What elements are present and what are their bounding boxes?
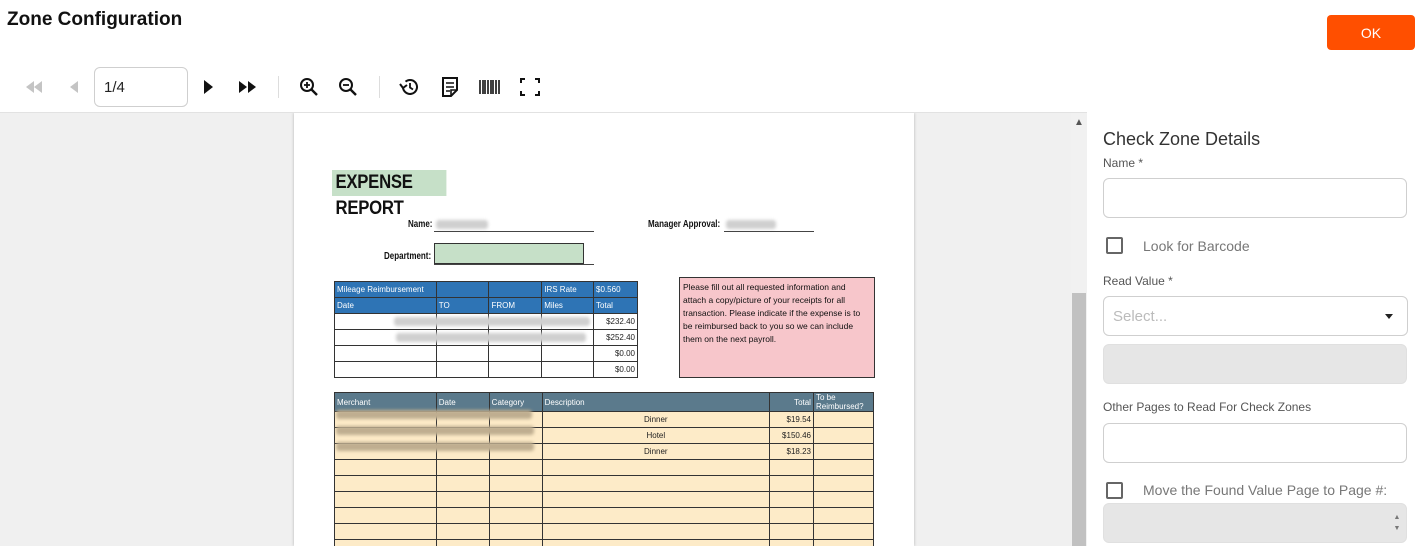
- table-cell: $252.40: [593, 329, 638, 346]
- table-cell: $0.00: [593, 361, 638, 378]
- manager-approval-label: Manager Approval:: [648, 219, 721, 230]
- read-value-label: Read Value *: [1103, 274, 1173, 288]
- barcode-icon[interactable]: [475, 72, 505, 102]
- look-for-barcode-label: Look for Barcode: [1143, 238, 1250, 254]
- name-input[interactable]: [1103, 178, 1407, 218]
- table-header: Merchant: [334, 392, 437, 412]
- table-cell: Hotel: [541, 427, 771, 444]
- table-cell: Mileage Reimbursement: [334, 281, 437, 298]
- table-row: [334, 539, 875, 546]
- redacted-expense-row: [336, 426, 534, 435]
- move-found-value-label: Move the Found Value Page to Page #:: [1143, 482, 1388, 498]
- name-underline: [434, 231, 594, 232]
- redacted-expense-row: [336, 410, 532, 419]
- table-row: [334, 507, 875, 524]
- table-header: Date: [334, 297, 437, 314]
- table-row: $0.00: [334, 361, 638, 378]
- last-page-icon[interactable]: [233, 72, 263, 102]
- table-cell: Dinner: [541, 411, 771, 428]
- document-viewer[interactable]: EXPENSE REPORT Name: Manager Approval: D…: [0, 113, 1071, 546]
- table-row: Mileage Reimbursement IRS Rate $0.560: [334, 281, 638, 298]
- table-header: Description: [541, 392, 771, 412]
- scrollbar-thumb[interactable]: [1072, 293, 1086, 546]
- department-field-zone[interactable]: [434, 243, 584, 264]
- manager-underline: [724, 231, 814, 232]
- ok-button[interactable]: OK: [1327, 15, 1415, 50]
- read-value-select[interactable]: Select...: [1103, 296, 1408, 336]
- scroll-up-arrow-icon[interactable]: ▲: [1071, 115, 1087, 129]
- table-row: $0.00: [334, 345, 638, 362]
- other-pages-label: Other Pages to Read For Check Zones: [1103, 400, 1312, 414]
- table-row: [334, 475, 875, 492]
- name-label: Name:: [408, 219, 433, 230]
- redacted-name: [436, 220, 488, 229]
- table-cell: [435, 281, 490, 298]
- table-row: [334, 523, 875, 540]
- move-to-page-number-input: ▲ ▼: [1103, 503, 1407, 543]
- other-pages-input[interactable]: [1103, 423, 1407, 463]
- chevron-down-icon: [1385, 314, 1393, 319]
- redacted-expense-row: [336, 442, 534, 451]
- department-underline: [434, 264, 594, 265]
- read-value-placeholder: Select...: [1113, 308, 1168, 325]
- table-header: Total: [593, 297, 638, 314]
- mileage-table: Mileage Reimbursement IRS Rate $0.560 Da…: [334, 281, 638, 378]
- check-zone-panel: Check Zone Details Name * Look for Barco…: [1087, 113, 1422, 546]
- table-cell: $19.54: [769, 411, 814, 428]
- page-number-input[interactable]: [94, 67, 188, 107]
- table-header: Miles: [541, 297, 595, 314]
- zoom-in-icon[interactable]: [294, 72, 324, 102]
- table-row: Date TO FROM Miles Total: [334, 297, 638, 314]
- page-title: Zone Configuration: [7, 9, 183, 30]
- read-value-detail-field: [1103, 344, 1407, 384]
- table-row: [334, 459, 875, 476]
- document-page: EXPENSE REPORT Name: Manager Approval: D…: [294, 113, 914, 546]
- redacted-mileage-row: [394, 317, 590, 326]
- toolbar-separator: [379, 76, 380, 98]
- table-cell: Dinner: [541, 443, 771, 460]
- table-header: TO: [435, 297, 490, 314]
- table-header: Date: [435, 392, 490, 412]
- panel-title: Check Zone Details: [1103, 129, 1261, 149]
- table-cell: $0.560: [593, 281, 638, 298]
- next-page-icon[interactable]: [193, 72, 223, 102]
- stepper-arrows-icon: ▲ ▼: [1393, 514, 1401, 532]
- table-cell: $232.40: [593, 313, 638, 330]
- table-header: To be Reimbursed?: [812, 392, 875, 412]
- table-cell: [488, 281, 543, 298]
- table-header: Category: [488, 392, 543, 412]
- zoom-out-icon[interactable]: [333, 72, 363, 102]
- toolbar-separator: [278, 76, 279, 98]
- move-found-value-checkbox[interactable]: [1106, 482, 1123, 499]
- table-header: Total: [769, 392, 814, 412]
- name-field-label: Name *: [1103, 156, 1144, 170]
- instructions-note: Please fill out all requested informatio…: [679, 277, 875, 378]
- viewer-toolbar: [0, 64, 1080, 110]
- table-cell: $18.23: [769, 443, 814, 460]
- history-icon[interactable]: [395, 72, 425, 102]
- table-cell: $150.46: [769, 427, 814, 444]
- look-for-barcode-checkbox[interactable]: [1106, 237, 1123, 254]
- redacted-manager: [726, 220, 776, 229]
- document-note-icon[interactable]: [435, 72, 465, 102]
- table-row: Merchant Date Category Description Total…: [334, 392, 875, 412]
- redacted-mileage-row: [396, 333, 586, 342]
- previous-page-icon[interactable]: [59, 72, 89, 102]
- table-row: [334, 491, 875, 508]
- table-cell: $0.00: [593, 345, 638, 362]
- fullscreen-icon[interactable]: [515, 72, 545, 102]
- first-page-icon[interactable]: [19, 72, 49, 102]
- table-header: FROM: [488, 297, 543, 314]
- expense-report-title: EXPENSE REPORT: [332, 170, 447, 219]
- table-cell: IRS Rate: [541, 281, 595, 298]
- department-label: Department:: [384, 251, 432, 262]
- viewer-scrollbar[interactable]: ▲: [1071, 113, 1087, 546]
